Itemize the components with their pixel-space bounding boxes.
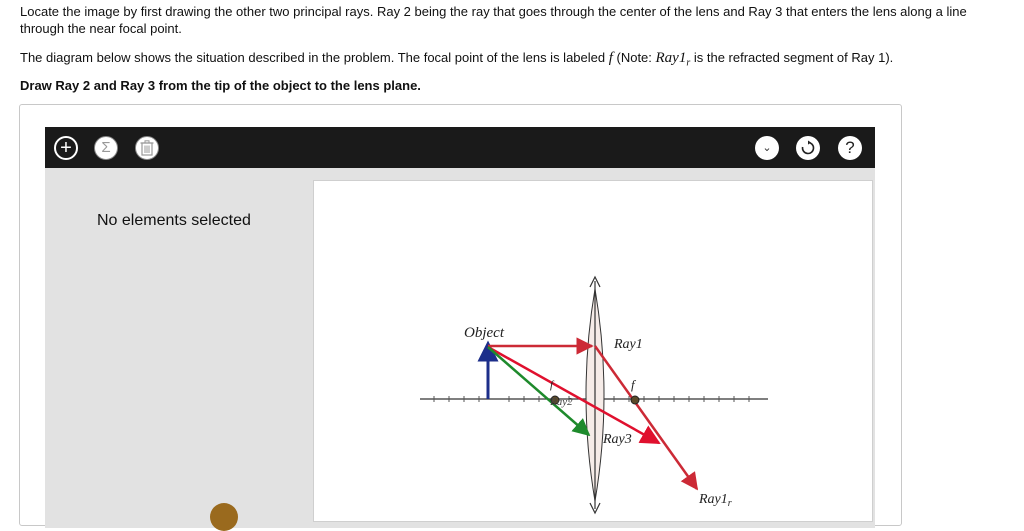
ray1r-label: Ray1r (698, 492, 732, 509)
delete-button[interactable] (135, 136, 159, 160)
lens (585, 275, 605, 515)
trash-icon (140, 140, 154, 156)
instruction-text-1: Locate the image by first drawing the ot… (20, 4, 967, 36)
ray1r-label-main: Ray1 (698, 492, 728, 507)
ray2-line[interactable] (487, 345, 661, 445)
ray3-line[interactable] (487, 346, 591, 437)
drawing-widget: + Σ ⌄ ? No elements selected Object Ray1… (19, 104, 902, 528)
drawing-canvas[interactable]: Object Ray1 f f Ray2 Ray3 Ray1r (313, 180, 873, 522)
decorative-circle (210, 503, 238, 531)
add-button[interactable]: + (54, 136, 78, 160)
ray3-label: Ray3 (602, 432, 632, 447)
sum-button[interactable]: Σ (94, 136, 118, 160)
object-label: Object (464, 325, 505, 341)
ray-diagram: Object Ray1 f f Ray2 Ray3 Ray1r (420, 275, 768, 515)
properties-panel: No elements selected (45, 168, 307, 528)
reset-icon (801, 140, 815, 155)
toolbar: + Σ ⌄ ? (45, 127, 875, 168)
selection-status: No elements selected (97, 212, 251, 229)
ray1r-label-sub: r (728, 498, 732, 509)
ray1-symbol: Ray1 (655, 50, 687, 66)
help-button[interactable]: ? (838, 136, 862, 160)
ray2-label: Ray2 (549, 396, 573, 408)
dropdown-button[interactable]: ⌄ (755, 136, 779, 160)
instruction-text-2a: The diagram below shows the situation de… (20, 50, 609, 65)
ray1-label: Ray1 (613, 337, 643, 352)
reset-button[interactable] (796, 136, 820, 160)
instruction-text-2b: (Note: (612, 50, 656, 65)
instruction-text-2c: is the refracted segment of Ray 1). (690, 50, 894, 65)
instruction-text-2: The diagram below shows the situation de… (20, 49, 893, 72)
ray1-refracted[interactable] (593, 345, 699, 491)
focal-label-right: f (631, 377, 637, 392)
instruction-text-3: Draw Ray 2 and Ray 3 from the tip of the… (20, 78, 421, 93)
canvas-area: Object Ray1 f f Ray2 Ray3 Ray1r (307, 168, 875, 528)
focal-point-right[interactable] (630, 395, 640, 405)
